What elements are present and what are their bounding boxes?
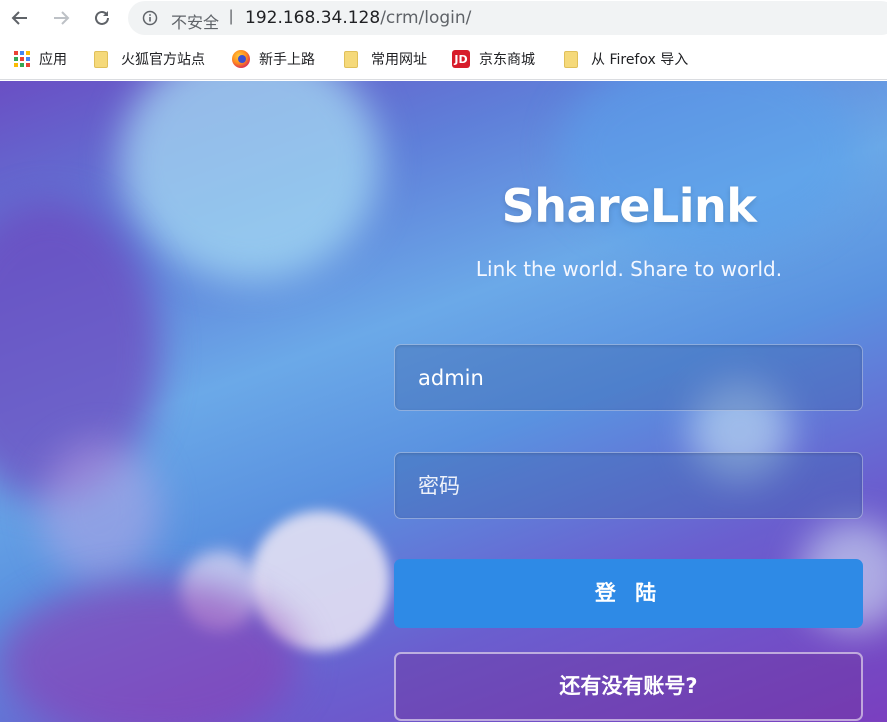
password-field xyxy=(394,452,863,519)
apps-grid-icon xyxy=(14,51,30,67)
url-path: /crm/login/ xyxy=(380,8,472,28)
bookmark-label: 从 Firefox 导入 xyxy=(591,52,689,68)
bookmark-label: 应用 xyxy=(39,52,67,68)
reload-button[interactable] xyxy=(86,2,118,34)
security-label: 不安全 xyxy=(171,13,220,32)
bookmark-firefox-site[interactable]: 火狐官方站点 xyxy=(94,48,205,70)
folder-icon xyxy=(94,50,108,68)
login-page: ShareLink Link the world. Share to world… xyxy=(0,81,887,722)
bookmark-apps[interactable]: 应用 xyxy=(14,48,67,70)
address-bar[interactable]: 不安全 | 192.168.34.128/crm/login/ xyxy=(128,1,887,35)
bookmark-common-sites[interactable]: 常用网址 xyxy=(344,48,427,70)
bookmark-label: 火狐官方站点 xyxy=(121,52,205,68)
back-button[interactable] xyxy=(4,2,36,34)
bookmark-label: 京东商城 xyxy=(479,52,535,68)
password-input[interactable] xyxy=(395,453,862,518)
browser-toolbar: 不安全 | 192.168.34.128/crm/login/ xyxy=(0,0,887,37)
app-subtitle: Link the world. Share to world. xyxy=(475,257,783,281)
background-bokeh xyxy=(40,441,160,581)
arrow-left-icon xyxy=(11,11,27,25)
arrow-right-icon xyxy=(54,11,70,25)
bookmarks-bar: 应用 火狐官方站点 新手上路 常用网址 JD 京东商城 从 Firefox 导入 xyxy=(0,37,887,80)
folder-icon xyxy=(344,50,358,68)
bookmark-import-firefox[interactable]: 从 Firefox 导入 xyxy=(564,48,688,70)
bookmark-getting-started[interactable]: 新手上路 xyxy=(232,48,315,70)
forward-button[interactable] xyxy=(45,2,77,34)
folder-icon xyxy=(564,50,578,68)
background-bokeh xyxy=(120,81,380,281)
url-separator: | xyxy=(229,8,234,25)
url-host: 192.168.34.128 xyxy=(245,8,381,28)
username-input[interactable] xyxy=(395,345,862,410)
url-text[interactable]: 192.168.34.128/crm/login/ xyxy=(245,8,471,28)
reload-icon xyxy=(95,10,109,25)
register-link-button[interactable]: 还有没有账号? xyxy=(394,652,863,721)
app-title: ShareLink xyxy=(501,179,757,233)
bookmark-label: 新手上路 xyxy=(259,52,315,68)
login-button[interactable]: 登 陆 xyxy=(394,559,863,628)
jd-icon: JD xyxy=(452,50,470,68)
bookmark-label: 常用网址 xyxy=(371,52,427,68)
bookmark-jd[interactable]: JD 京东商城 xyxy=(452,48,535,70)
info-icon[interactable] xyxy=(142,10,158,26)
username-field xyxy=(394,344,863,411)
firefox-icon xyxy=(232,50,250,68)
